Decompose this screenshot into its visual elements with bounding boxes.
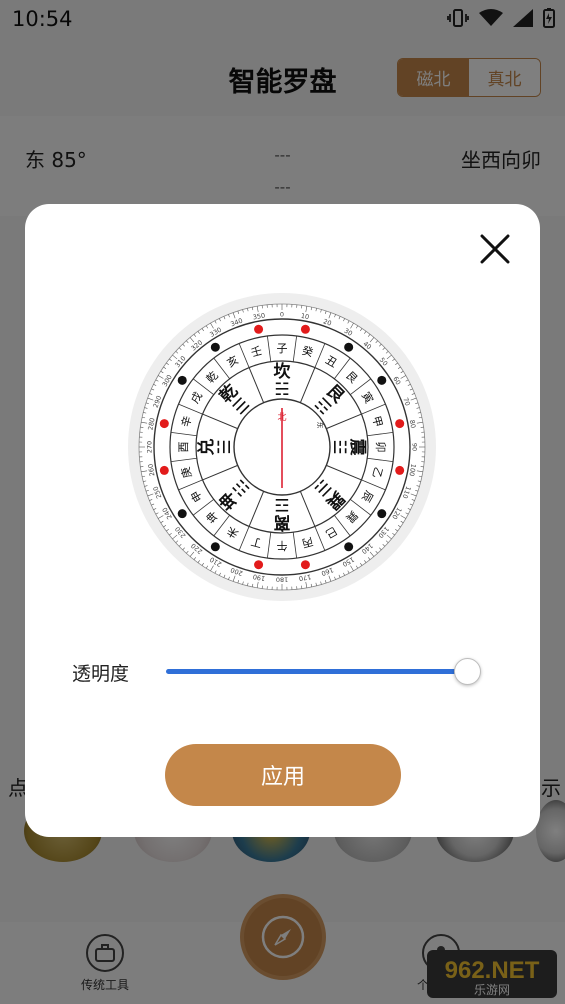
trigram-name: 离 xyxy=(274,512,291,533)
degree-label: 10 xyxy=(300,312,310,321)
trigram-symbol: ☵ xyxy=(274,380,289,400)
trigram-name: 震 xyxy=(347,438,367,457)
slider-thumb[interactable] xyxy=(454,658,481,685)
degree-label: 90 xyxy=(411,443,419,451)
black-dot xyxy=(177,509,187,519)
trigram-symbol: ☱ xyxy=(215,439,235,454)
close-icon xyxy=(480,234,510,264)
mountain-label: 酉 xyxy=(177,442,190,453)
red-dot xyxy=(300,324,310,334)
black-dot xyxy=(344,342,354,352)
trigram-name: 兑 xyxy=(196,439,217,456)
black-dot xyxy=(377,509,387,519)
compass-pointer-label: 东 xyxy=(316,422,325,429)
black-dot xyxy=(210,542,220,552)
opacity-dialog: 0 10 20 30 40 50 60 70 80 90 100 110 120 130 140 150 160… xyxy=(25,204,540,837)
black-dot xyxy=(377,375,387,385)
red-dot xyxy=(254,560,264,570)
black-dot xyxy=(344,542,354,552)
opacity-slider[interactable] xyxy=(166,657,482,687)
red-dot xyxy=(395,465,405,475)
compass-center-label: 北 xyxy=(277,412,286,423)
mountain-label: 子 xyxy=(277,342,288,355)
degree-label: 270 xyxy=(146,441,154,453)
close-button[interactable] xyxy=(478,232,512,266)
mountain-label: 卯 xyxy=(374,442,387,453)
apply-button[interactable]: 应用 xyxy=(165,744,401,806)
trigram-name: 坎 xyxy=(274,361,291,382)
slider-track[interactable] xyxy=(166,669,468,674)
red-dot xyxy=(300,560,310,570)
trigram-symbol: ☳ xyxy=(329,439,349,454)
red-dot xyxy=(254,324,264,334)
black-dot xyxy=(177,375,187,385)
trigram-symbol: ☲ xyxy=(274,494,289,514)
red-dot xyxy=(395,419,405,429)
opacity-label: 透明度 xyxy=(72,663,130,685)
degree-label: 80 xyxy=(408,419,417,429)
black-dot xyxy=(210,342,220,352)
compass-preview: 0 102030405060708090100110120130140150160… xyxy=(128,293,436,601)
red-dot xyxy=(159,465,169,475)
degree-label: 180 xyxy=(276,576,288,584)
mountain-label: 午 xyxy=(277,539,288,552)
degree-label: 0 xyxy=(280,311,284,319)
red-dot xyxy=(159,419,169,429)
